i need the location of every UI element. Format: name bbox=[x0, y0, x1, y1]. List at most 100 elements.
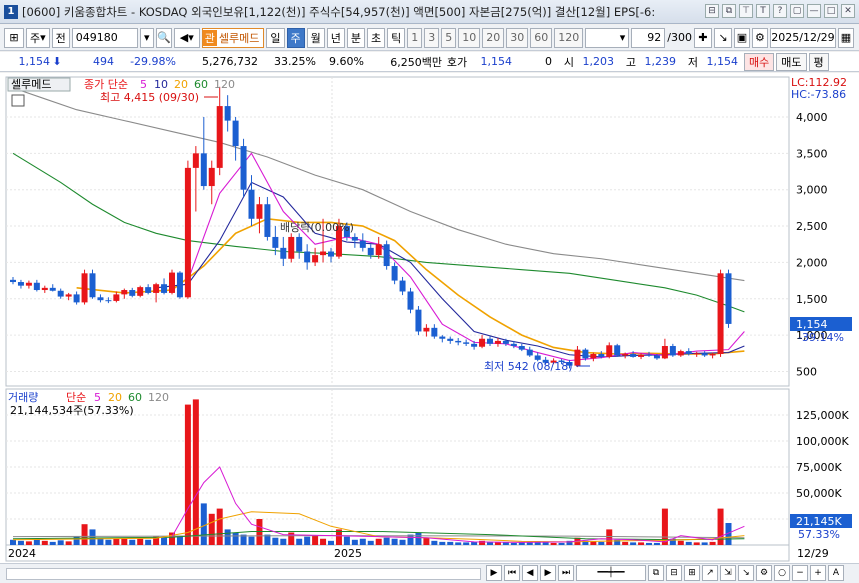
circle-icon[interactable]: ○ bbox=[774, 565, 790, 581]
chart-menu-icon[interactable]: ⊞ bbox=[4, 27, 24, 48]
stretch-icon[interactable]: ⇲ bbox=[720, 565, 736, 581]
volume-value: 5,276,732 bbox=[202, 55, 258, 68]
volume-bar bbox=[304, 536, 311, 545]
volume-bar bbox=[184, 404, 191, 545]
volume-bar bbox=[81, 524, 88, 545]
candle-body bbox=[685, 351, 692, 355]
zoom-slider[interactable]: ━━┿━━ bbox=[576, 565, 646, 581]
next-page-icon[interactable]: ▶ bbox=[540, 565, 556, 581]
period-tick[interactable]: 틱 bbox=[387, 27, 406, 48]
prev-page-icon[interactable]: ◀ bbox=[522, 565, 538, 581]
chart-svg[interactable]: 4,0003,5003,0002,5002,0001,5001,00050012… bbox=[0, 73, 859, 563]
copy-icon[interactable]: ⧉ bbox=[648, 565, 664, 581]
vol-legend-ma20: 20 bbox=[108, 391, 122, 404]
pointer-icon[interactable]: ↘ bbox=[738, 565, 754, 581]
stack-icon[interactable]: ⊟ bbox=[666, 565, 682, 581]
volume-bar bbox=[455, 542, 462, 545]
calendar-icon[interactable]: ▦ bbox=[837, 27, 854, 48]
period-month[interactable]: 월 bbox=[306, 27, 325, 48]
maximize-button[interactable]: □ bbox=[824, 4, 838, 18]
save-icon[interactable]: ▣ bbox=[733, 27, 750, 48]
period-day[interactable]: 일 bbox=[266, 27, 285, 48]
first-page-icon[interactable]: ⏮ bbox=[504, 565, 520, 581]
period-second[interactable]: 초 bbox=[367, 27, 386, 48]
eval-button[interactable]: 평 bbox=[808, 52, 829, 71]
grid-toggle-icon[interactable] bbox=[11, 94, 25, 107]
prev-button[interactable]: 전 bbox=[51, 27, 70, 48]
settings-icon[interactable]: ⚙ bbox=[756, 565, 772, 581]
stock-code-input[interactable]: 049180 bbox=[71, 27, 138, 48]
candle-body bbox=[216, 106, 223, 168]
candle-body bbox=[25, 282, 32, 286]
font-icon[interactable]: A bbox=[828, 565, 844, 581]
buy-button[interactable]: 매수 bbox=[744, 52, 775, 71]
chevron-down-icon[interactable]: ▾ bbox=[139, 27, 154, 48]
grid-icon[interactable]: ⊞ bbox=[684, 565, 700, 581]
minute-10[interactable]: 10 bbox=[458, 27, 481, 48]
minute-5[interactable]: 5 bbox=[441, 27, 457, 48]
candle-body bbox=[701, 353, 708, 356]
copy-icon[interactable]: ⧉ bbox=[722, 4, 736, 18]
period-type-select[interactable]: 주 ▾ bbox=[26, 27, 50, 48]
minute-1[interactable]: 1 bbox=[407, 27, 423, 48]
count-input[interactable]: 92 bbox=[631, 27, 666, 48]
sell-button[interactable]: 매도 bbox=[776, 52, 807, 71]
period-week[interactable]: 주 bbox=[286, 27, 305, 48]
price-change: 494 bbox=[93, 55, 114, 68]
close-button[interactable]: ✕ bbox=[841, 4, 855, 18]
frame-icon[interactable]: ▢ bbox=[790, 4, 804, 18]
chevron-down-icon: ▾ bbox=[40, 31, 46, 44]
gear-icon[interactable]: ⚙ bbox=[751, 27, 768, 48]
candle-body bbox=[725, 273, 732, 324]
minute-3[interactable]: 3 bbox=[424, 27, 440, 48]
pin-icon[interactable]: ⊤ bbox=[739, 4, 753, 18]
candle-body bbox=[57, 290, 64, 297]
minute-20[interactable]: 20 bbox=[482, 27, 505, 48]
chart-icon[interactable]: ↗ bbox=[702, 565, 718, 581]
volume-bar bbox=[431, 540, 438, 545]
minimize-button[interactable]: — bbox=[807, 4, 821, 18]
candle-body bbox=[264, 204, 271, 237]
volume-bar bbox=[137, 538, 144, 545]
volume-y-tick: 50,000K bbox=[796, 487, 842, 500]
volume-bar bbox=[606, 529, 613, 545]
legend-ma60: 60 bbox=[194, 78, 208, 91]
zoom-out-icon[interactable]: − bbox=[792, 565, 808, 581]
candle-body bbox=[399, 280, 406, 292]
volume-bar bbox=[312, 535, 319, 545]
zoom-in-icon[interactable]: + bbox=[810, 565, 826, 581]
text-icon[interactable]: T bbox=[756, 4, 770, 18]
candle-body bbox=[248, 189, 255, 219]
date-input[interactable]: 2025/12/29 bbox=[769, 27, 836, 48]
hoga-label: 호가 bbox=[446, 55, 468, 69]
search-icon[interactable]: 🔍 bbox=[155, 27, 172, 48]
period-year[interactable]: 년 bbox=[326, 27, 345, 48]
window-controls: ⊟ ⧉ ⊤ T ? ▢ — □ ✕ bbox=[705, 4, 855, 18]
layout-icon[interactable]: ⊟ bbox=[705, 4, 719, 18]
candle-body bbox=[582, 349, 589, 359]
minute-60[interactable]: 60 bbox=[530, 27, 553, 48]
x-axis-frame bbox=[5, 544, 790, 562]
chart-area[interactable]: 4,000 3,500 3,000 2,500 2,000 1,500 1,000 500 12… bbox=[0, 73, 859, 563]
volume-bar bbox=[638, 542, 645, 545]
candle-body bbox=[638, 354, 645, 357]
help-icon[interactable]: ? bbox=[773, 4, 787, 18]
scroll-right-icon[interactable]: ▶ bbox=[486, 565, 502, 581]
minute-30[interactable]: 30 bbox=[506, 27, 529, 48]
minute-dropdown[interactable]: ▾ bbox=[585, 27, 630, 48]
sound-icon[interactable]: ◀▾ bbox=[173, 27, 200, 48]
period-minute[interactable]: 분 bbox=[346, 27, 366, 48]
crosshair-icon[interactable]: ✚ bbox=[693, 27, 712, 48]
candle-body bbox=[200, 153, 207, 187]
minute-120[interactable]: 120 bbox=[554, 27, 584, 48]
last-page-icon[interactable]: ⏭ bbox=[558, 565, 574, 581]
horizontal-scrollbar[interactable] bbox=[6, 568, 481, 580]
stock-name-box[interactable]: 관 셀루메드 bbox=[201, 27, 265, 48]
candle-body bbox=[606, 345, 613, 357]
volume-bar bbox=[542, 542, 549, 545]
draw-icon[interactable]: ↘ bbox=[713, 27, 732, 48]
volume-bar bbox=[447, 541, 454, 545]
candle-body bbox=[574, 349, 581, 366]
volume-summary: 21,144,534주(57.33%) bbox=[10, 404, 134, 417]
candle-body bbox=[137, 287, 144, 296]
